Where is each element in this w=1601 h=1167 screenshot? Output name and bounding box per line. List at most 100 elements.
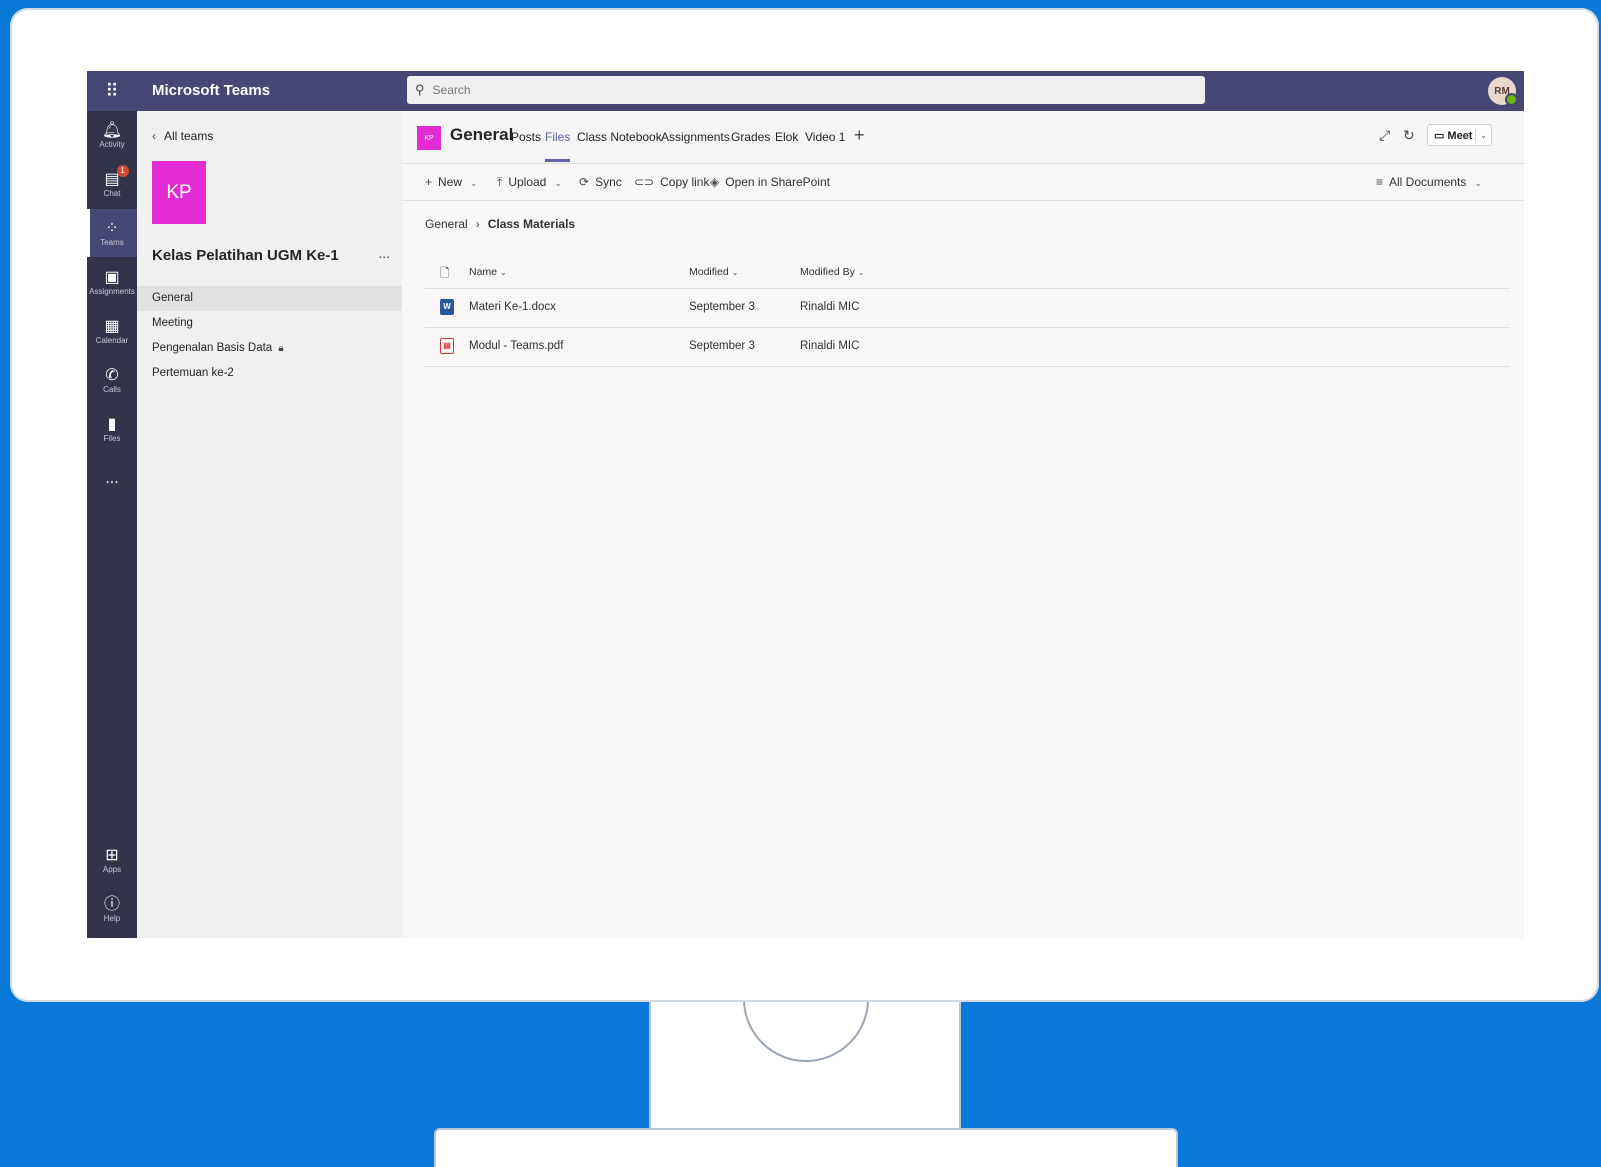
file-name[interactable]: Modul - Teams.pdf — [469, 340, 563, 352]
avatar[interactable]: RM — [1488, 77, 1518, 106]
calendar-icon: ▦ — [104, 317, 120, 335]
open-in-sharepoint-button[interactable]: ◈ Open in SharePoint — [710, 175, 830, 189]
expand-icon[interactable]: ⤢ — [1379, 127, 1390, 144]
search-icon: ⚲ — [415, 82, 425, 97]
monitor-stand-base — [434, 1128, 1178, 1167]
channel-label: Pertemuan ke-2 — [152, 367, 234, 379]
link-icon: ⊂⊃ — [634, 175, 655, 189]
channel-label: Meeting — [152, 317, 193, 329]
rail-item-chat[interactable]: ▤ 1 Chat — [87, 160, 137, 208]
rail-more-button[interactable]: ... — [87, 455, 137, 503]
back-label: All teams — [164, 129, 214, 143]
rail-item-apps[interactable]: ⊞ Apps — [87, 836, 137, 884]
app-name: Microsoft Teams — [152, 82, 271, 99]
upload-label: Upload — [508, 175, 547, 189]
view-selector[interactable]: ≡ All Documents ⌄ — [1376, 175, 1482, 189]
chevron-right-icon: › — [475, 217, 480, 231]
new-button[interactable]: + New ⌄ — [425, 175, 478, 189]
tab-grades[interactable]: Grades — [731, 130, 770, 144]
rail-label: Help — [103, 913, 121, 923]
team-panel: ‹ All teams KP Kelas Pelatihan UGM Ke-1 .… — [137, 111, 402, 938]
rail-label: Calendar — [95, 335, 129, 345]
meet-label: Meet — [1447, 129, 1473, 142]
app-rail: 🔔︎ Activity ▤ 1 Chat ⁘ Teams ▣ Assignment… — [87, 111, 137, 938]
pdf-document-icon: ▤ — [440, 338, 454, 354]
team-logo: KP — [152, 161, 206, 224]
rail-item-teams[interactable]: ⁘ Teams — [87, 209, 137, 257]
sync-button[interactable]: ⟳ Sync — [579, 175, 622, 189]
title-bar: ⠿ Microsoft Teams ⚲ RM — [87, 71, 1524, 111]
search-input[interactable] — [430, 82, 1146, 98]
more-icon: ... — [105, 470, 119, 487]
scrollbar[interactable] — [1518, 201, 1524, 921]
upload-button[interactable]: ⤒ Upload ⌄ — [497, 175, 562, 190]
refresh-icon[interactable]: ↻ — [1403, 127, 1415, 144]
rail-item-calls[interactable]: ✆ Calls — [87, 356, 137, 404]
tab-posts[interactable]: Posts — [511, 130, 541, 144]
video-camera-icon: ▭ — [1434, 129, 1445, 142]
rail-label: Teams — [100, 237, 124, 247]
chevron-left-icon: ‹ — [152, 129, 156, 143]
search-box[interactable]: ⚲ — [407, 76, 1205, 104]
table-row[interactable]: ▤ Modul - Teams.pdf September 3 Rinaldi … — [425, 328, 1510, 367]
tab-class-notebook[interactable]: Class Notebook — [577, 130, 662, 144]
file-name[interactable]: Materi Ke-1.docx — [469, 301, 556, 313]
chevron-down-icon: ⌄ — [731, 268, 739, 277]
assignments-icon: ▣ — [104, 268, 120, 286]
word-document-icon: W — [440, 299, 454, 315]
tab-assignments[interactable]: Assignments — [661, 130, 730, 144]
file-type-icon[interactable]: 🗋︎ — [440, 264, 450, 285]
file-modified-by: Rinaldi MIC — [800, 340, 860, 352]
upload-icon: ⤒ — [497, 175, 503, 189]
all-teams-link[interactable]: ‹ All teams — [152, 129, 213, 143]
column-modified-by[interactable]: Modified By ⌄ — [800, 266, 865, 278]
column-label: Name — [469, 266, 498, 278]
file-modified: September 3 — [689, 340, 755, 352]
rail-label: Chat — [103, 188, 121, 198]
rail-label: Assignments — [89, 286, 135, 296]
tab-elok[interactable]: Elok — [775, 130, 798, 144]
table-row[interactable]: W Materi Ke-1.docx September 3 Rinaldi M… — [425, 289, 1510, 328]
sync-icon: ⟳ — [579, 175, 590, 189]
channel-label: Pengenalan Basis Data — [152, 342, 273, 354]
bell-icon: 🔔︎ — [101, 121, 123, 139]
channel-meeting[interactable]: Meeting — [137, 311, 402, 336]
tab-files[interactable]: Files — [545, 130, 571, 162]
rail-label: Apps — [102, 864, 122, 874]
file-list-header: 🗋︎ Name ⌄ Modified ⌄ Modified By ⌄ — [425, 258, 1510, 289]
add-tab-button[interactable]: + — [854, 125, 865, 146]
team-more-options-button[interactable]: ... — [378, 245, 390, 261]
rail-item-assignments[interactable]: ▣ Assignments — [87, 258, 137, 306]
copy-link-button[interactable]: ⊂⊃ Copy link — [634, 175, 709, 189]
breadcrumb-root[interactable]: General — [425, 217, 468, 231]
team-name: Kelas Pelatihan UGM Ke-1 — [152, 247, 339, 264]
breadcrumb: General › Class Materials — [425, 217, 575, 231]
column-modified[interactable]: Modified ⌄ — [689, 266, 738, 278]
rail-item-activity[interactable]: 🔔︎ Activity — [87, 111, 137, 159]
rail-label: Files — [103, 433, 121, 443]
channel-pertemuan-ke-2[interactable]: Pertemuan ke-2 — [137, 361, 402, 386]
chevron-down-icon: ⌄ — [470, 178, 478, 188]
column-label: Modified By — [800, 266, 855, 278]
chevron-down-icon: ⌄ — [500, 268, 507, 277]
chevron-down-icon[interactable]: ⌄ — [1475, 129, 1491, 141]
tab-video-1[interactable]: Video 1 — [805, 130, 845, 144]
rail-item-calendar[interactable]: ▦ Calendar — [87, 307, 137, 355]
rail-item-help[interactable]: ⓘ Help — [87, 885, 137, 933]
rail-item-files[interactable]: ▮ Files — [87, 405, 137, 453]
presence-available-icon — [1505, 93, 1518, 106]
channel-pengenalan-basis-data[interactable]: Pengenalan Basis Data 🔒︎ — [137, 336, 402, 361]
apps-icon: ⊞ — [105, 846, 119, 864]
lock-icon: 🔒︎ — [278, 343, 284, 354]
app-launcher-icon[interactable]: ⠿ — [87, 71, 137, 111]
unread-badge: 1 — [116, 164, 129, 177]
rail-label: Activity — [99, 139, 125, 149]
file-icon: ▮ — [107, 415, 117, 433]
new-label: New — [438, 175, 463, 189]
chat-icon: ▤ 1 — [104, 164, 129, 189]
column-name[interactable]: Name ⌄ — [469, 266, 507, 278]
channel-general[interactable]: General — [137, 286, 402, 311]
teams-window: ⠿ Microsoft Teams ⚲ RM 🔔︎ Activity ▤1 Ch… — [87, 71, 1524, 938]
column-label: Modified — [689, 266, 729, 278]
meet-button[interactable]: ▭ Meet ⌄ — [1427, 124, 1492, 146]
